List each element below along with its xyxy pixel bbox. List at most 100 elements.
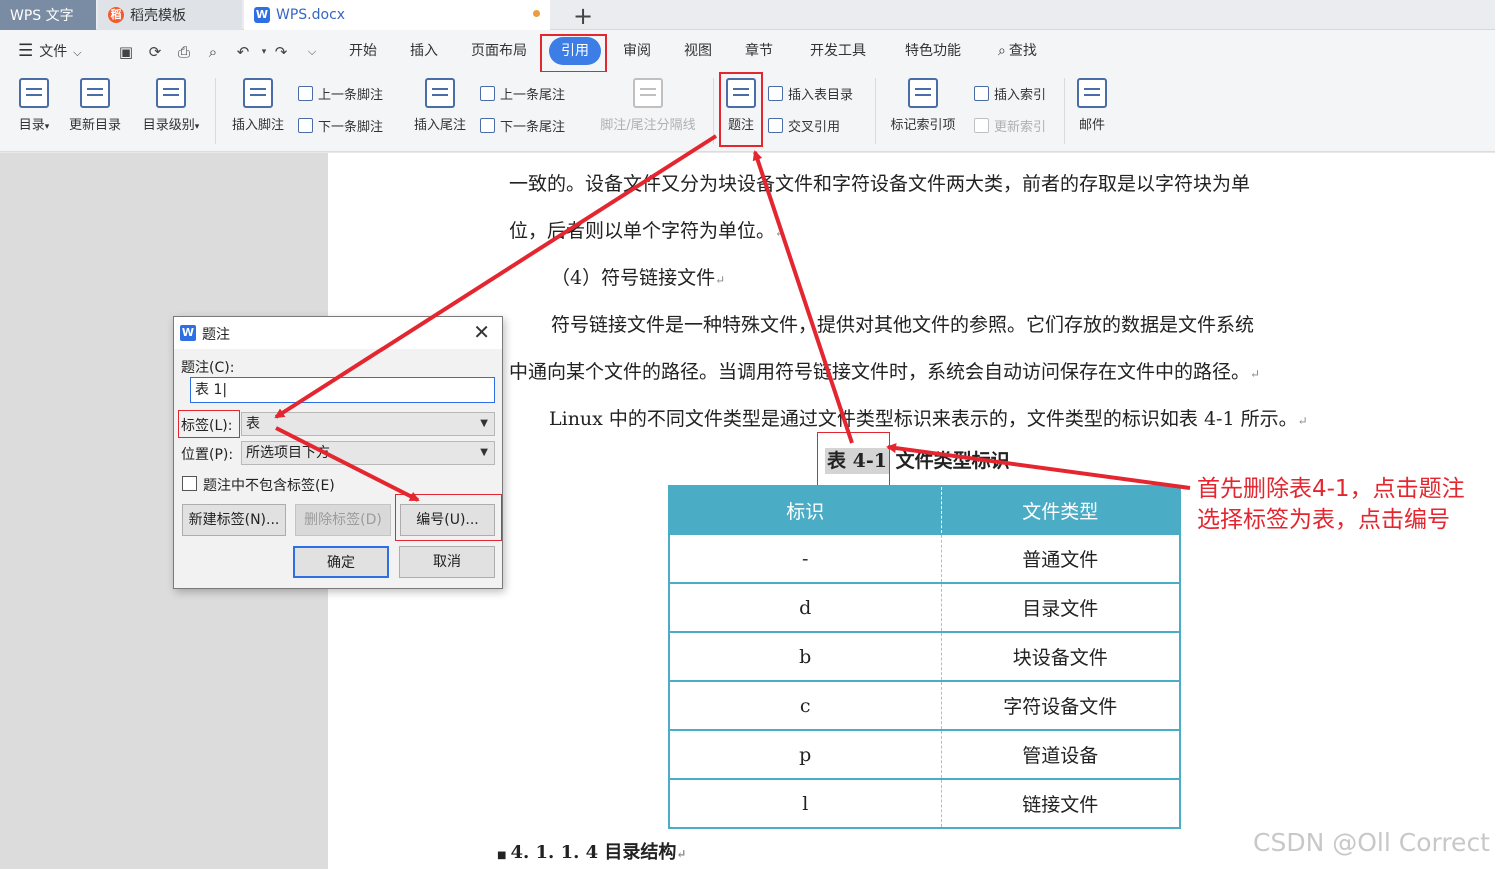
cancel-button[interactable]: 取消 (399, 546, 495, 578)
wps-doc-icon: W (254, 7, 270, 23)
tab-wps-writer[interactable]: WPS 文字 (0, 0, 96, 30)
mail-button[interactable]: 邮件 (1072, 78, 1112, 133)
paragraph-mark-icon: ↵ (775, 226, 786, 240)
dropdown-arrow-icon: ▼ (480, 418, 488, 429)
section-heading-text: 4. 1. 1. 4 目录结构 (510, 842, 677, 863)
insert-endnote-button[interactable]: 插入尾注 (408, 78, 472, 133)
highlight-caption-box (719, 72, 763, 147)
exclude-label-checkbox[interactable] (182, 476, 197, 491)
tab-label: WPS 文字 (10, 8, 74, 24)
file-menu-label: 文件 (39, 44, 68, 60)
tab-bar: WPS 文字 稻稻壳模板 W WPS.docx + (0, 0, 1495, 30)
ribbon-divider (1064, 78, 1065, 144)
next-endnote-label: 下一条尾注 (500, 120, 566, 135)
new-tab-plus-icon[interactable]: + (566, 2, 600, 30)
annotation-note: 首先删除表4-1，点击题注 选择标签为表，点击编号 (1197, 474, 1465, 536)
cross-reference-label: 交叉引用 (788, 120, 841, 135)
position-select[interactable]: 所选项目下方 ▼ (241, 441, 495, 465)
paragraph-mark-icon: ↵ (1250, 367, 1261, 381)
tab-label: WPS.docx (276, 7, 346, 23)
paragraph-line: 中通向某个文件的路径。当调用符号链接文件时，系统会自动访问保存在文件中的路径。↵ (509, 357, 1260, 384)
menu-find[interactable]: ⌕ 查找 (998, 30, 1037, 72)
dropdown-arrow-icon: ▼ (480, 447, 488, 458)
insert-table-toc-button[interactable]: 插入表目录 (768, 84, 853, 103)
insert-index-icon (974, 86, 989, 101)
toc-level-button[interactable]: 目录级别▾ (135, 78, 207, 133)
table-header-row: 标识 文件类型 (669, 486, 1180, 534)
label-select-value: 表 (246, 416, 260, 432)
insert-index-button[interactable]: 插入索引 (974, 84, 1046, 103)
prev-endnote-label: 上一条尾注 (500, 88, 566, 103)
annotation-line: 选择标签为表，点击编号 (1197, 507, 1450, 533)
mark-index-label: 标记索引项 (890, 118, 956, 133)
endnote-icon (425, 78, 455, 108)
dialog-title: 题注 (202, 327, 230, 343)
menu-home[interactable]: 开始 (349, 30, 377, 72)
paragraph-mark-icon: ↵ (1297, 414, 1308, 428)
undo-icon[interactable]: ↶ (234, 43, 252, 61)
update-toc-label: 更新目录 (68, 118, 121, 133)
update-index-button[interactable]: 更新索引 (974, 116, 1046, 135)
label-select[interactable]: 表 ▼ (241, 412, 495, 436)
mail-envelope-icon (1077, 78, 1107, 108)
table-cell: l (669, 778, 942, 828)
annotation-line: 首先删除表4-1，点击题注 (1197, 476, 1465, 502)
unsaved-dot-icon (533, 10, 540, 17)
close-icon[interactable]: ✕ (473, 320, 490, 344)
prev-footnote-icon (298, 86, 313, 101)
highlight-numbering-box (395, 494, 502, 541)
toc-button[interactable]: 目录▾ (12, 78, 56, 133)
tab-document[interactable]: W WPS.docx (244, 0, 550, 30)
chevron-down-icon: ▾ (194, 122, 200, 132)
menu-view[interactable]: 视图 (684, 30, 712, 72)
bullet-icon: ■ (497, 850, 507, 861)
position-field-label: 位置(P): (181, 447, 234, 463)
note-separator-button[interactable]: 脚注/尾注分隔线 (590, 78, 706, 133)
table-header-cell: 文件类型 (941, 486, 1180, 534)
menu-find-label: 查找 (1008, 43, 1037, 59)
tab-docer-templates[interactable]: 稻稻壳模板 (98, 0, 242, 30)
prev-endnote-button[interactable]: 上一条尾注 (480, 84, 565, 103)
menu-chapter[interactable]: 章节 (745, 30, 773, 72)
menu-insert[interactable]: 插入 (410, 30, 438, 72)
print-icon[interactable]: ⎙ (175, 43, 193, 61)
table-header-cell: 标识 (669, 486, 942, 534)
insert-footnote-button[interactable]: 插入脚注 (226, 78, 290, 133)
ribbon-divider (875, 78, 876, 144)
cross-reference-icon (768, 118, 783, 133)
update-index-icon (974, 118, 989, 133)
table-cell: 目录文件 (941, 582, 1180, 632)
redo-icon[interactable]: ↷ (272, 43, 290, 61)
cross-reference-button[interactable]: 交叉引用 (768, 116, 840, 135)
mark-index-entry-button[interactable]: 标记索引项 (884, 78, 962, 133)
new-label-button[interactable]: 新建标签(N)... (182, 504, 286, 536)
next-footnote-label: 下一条脚注 (318, 120, 384, 135)
table-row: l 链接文件 (669, 778, 1180, 828)
menu-review[interactable]: 审阅 (623, 30, 651, 72)
next-footnote-icon (298, 118, 313, 133)
cloud-sync-icon[interactable]: ⟳ (146, 43, 164, 61)
caption-text-input[interactable]: 表 1| (190, 377, 495, 403)
prev-footnote-label: 上一条脚注 (318, 88, 384, 103)
save-icon[interactable]: ▣ (117, 43, 135, 61)
prev-footnote-button[interactable]: 上一条脚注 (298, 84, 383, 103)
ok-button[interactable]: 确定 (293, 546, 389, 578)
next-endnote-button[interactable]: 下一条尾注 (480, 116, 565, 135)
update-toc-button[interactable]: 更新目录 (64, 78, 126, 133)
undo-dropdown-icon[interactable]: ▾ (255, 43, 273, 61)
file-menu[interactable]: ☰ 文件 ⌵ (18, 30, 82, 72)
menu-page-layout[interactable]: 页面布局 (471, 30, 527, 72)
delete-label-button[interactable]: 删除标签(D) (295, 504, 391, 536)
print-preview-icon[interactable]: ⌕ (204, 43, 222, 61)
table-cell: 链接文件 (941, 778, 1180, 828)
wps-writer-icon: W (180, 325, 196, 341)
update-index-label: 更新索引 (994, 120, 1047, 135)
toc-label: 目录 (18, 118, 45, 133)
table-cell: d (669, 582, 942, 632)
paragraph-line: 一致的。设备文件又分为块设备文件和字符设备文件两大类，前者的存取是以字符块为单 (509, 173, 1251, 195)
menu-special-features[interactable]: 特色功能 (905, 30, 961, 72)
dialog-title-bar[interactable]: W 题注 ✕ (174, 317, 502, 349)
menu-developer[interactable]: 开发工具 (810, 30, 866, 72)
next-footnote-button[interactable]: 下一条脚注 (298, 116, 383, 135)
customize-toolbar-icon[interactable]: ⌵ (303, 43, 321, 61)
